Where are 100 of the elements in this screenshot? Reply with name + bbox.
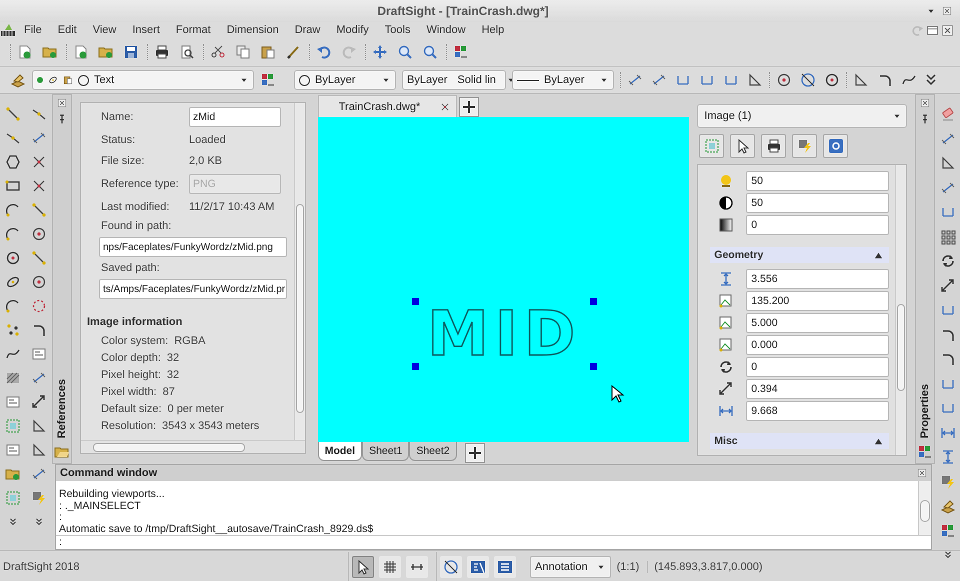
name-field[interactable]: zMid	[188, 107, 281, 127]
status-toggle[interactable]	[467, 556, 489, 578]
cross-icon[interactable]	[31, 154, 47, 170]
esnap-icon[interactable]	[800, 72, 816, 88]
circle-icon[interactable]	[824, 72, 840, 88]
angle-icon[interactable]	[940, 155, 956, 172]
dimension-icon[interactable]	[627, 72, 643, 88]
scissors-icon[interactable]	[210, 44, 226, 60]
note-icon[interactable]	[5, 442, 21, 458]
layer-manager-icon[interactable]	[940, 498, 956, 514]
menu-item[interactable]: Tools	[376, 24, 418, 36]
close-icon[interactable]	[56, 98, 67, 108]
status-toggle[interactable]	[440, 556, 462, 578]
layers-icon[interactable]	[940, 522, 956, 539]
circle-icon[interactable]	[5, 250, 21, 266]
menu-item[interactable]: Help	[474, 24, 512, 36]
layers-icon[interactable]	[917, 444, 934, 460]
scrollbar[interactable]	[918, 481, 931, 535]
grip-handle[interactable]	[590, 363, 597, 370]
angle-icon[interactable]	[747, 72, 763, 88]
new-file-icon[interactable]	[73, 44, 89, 60]
new-tab-button[interactable]	[459, 97, 480, 117]
section-header[interactable]: Misc	[710, 433, 890, 449]
brush-icon[interactable]	[285, 44, 301, 60]
cross-icon[interactable]	[440, 102, 450, 112]
arc-icon[interactable]	[5, 226, 21, 242]
angle-icon[interactable]	[31, 442, 47, 458]
scrollbar[interactable]	[294, 103, 305, 440]
sheet-tab[interactable]: Sheet1	[362, 442, 410, 461]
copy-icon[interactable]	[235, 44, 251, 60]
hatch-icon[interactable]	[5, 370, 21, 386]
close-icon[interactable]	[920, 98, 930, 108]
eraser-icon[interactable]	[940, 106, 956, 122]
layer-dropdown[interactable]: Text	[32, 70, 254, 90]
property-field[interactable]: 0.000	[746, 335, 890, 355]
ring-icon[interactable]	[31, 298, 47, 314]
tabs-icon[interactable]	[926, 24, 939, 36]
line-icon[interactable]	[31, 202, 47, 218]
zoom-icon[interactable]	[422, 44, 438, 60]
property-field[interactable]: 0	[746, 215, 890, 235]
layer-manager-icon[interactable]	[10, 72, 26, 88]
preview-icon[interactable]	[179, 44, 195, 60]
menu-item[interactable]: Draw	[286, 24, 328, 36]
angle-icon[interactable]	[31, 418, 47, 434]
lightning-icon[interactable]	[31, 490, 47, 506]
dimension-icon[interactable]	[940, 180, 956, 196]
arc-icon[interactable]	[5, 202, 21, 218]
menu-item[interactable]: Edit	[50, 24, 85, 36]
move-icon[interactable]	[372, 44, 388, 60]
selection-dropdown[interactable]: Image (1)	[697, 104, 908, 128]
dimension-icon[interactable]	[651, 72, 667, 88]
menu-item[interactable]: Window	[418, 24, 474, 36]
menu-item[interactable]: View	[84, 24, 124, 36]
paste-icon[interactable]	[260, 44, 276, 60]
horizontal-scrollbar[interactable]	[80, 440, 305, 453]
grip-handle[interactable]	[590, 298, 597, 305]
layers-icon[interactable]	[260, 72, 276, 88]
chevrons-icon[interactable]	[34, 517, 44, 527]
menu-item[interactable]: Modify	[328, 24, 377, 36]
menu-item[interactable]: Insert	[124, 24, 168, 36]
save-icon[interactable]	[123, 44, 139, 60]
target-icon[interactable]	[31, 226, 47, 242]
undo-icon[interactable]	[316, 44, 332, 60]
line-icon[interactable]	[5, 106, 21, 122]
menu-item[interactable]: Dimension	[218, 24, 287, 36]
hexagon-icon[interactable]	[5, 154, 21, 170]
arc-icon[interactable]	[5, 298, 21, 314]
cross-icon[interactable]	[31, 178, 47, 194]
scrollbar[interactable]	[895, 165, 906, 455]
panel-tab[interactable]: Properties	[919, 384, 932, 438]
dimension-icon[interactable]	[31, 466, 47, 482]
annotation-dropdown[interactable]: Annotation	[530, 556, 611, 578]
property-field[interactable]: 0.394	[746, 379, 890, 399]
toolbar-button[interactable]	[761, 134, 786, 158]
note-icon[interactable]	[31, 346, 47, 362]
panel-tab[interactable]: References	[56, 378, 68, 438]
command-input[interactable]: :	[56, 535, 931, 549]
sheet-tab[interactable]: Model	[318, 442, 362, 461]
property-field[interactable]: 3.556	[746, 269, 890, 289]
path-field[interactable]: ts/Amps/Faceplates/FunkyWordz/zMid.pr	[98, 279, 287, 299]
line-icon[interactable]	[31, 250, 47, 266]
chevrons-icon[interactable]	[942, 550, 952, 560]
path-field[interactable]: nps/Faceplates/FunkyWordz/zMid.png	[98, 237, 287, 257]
document-tab[interactable]: TrainCrash.dwg*	[318, 95, 458, 117]
status-toggle[interactable]	[352, 556, 374, 578]
lightning-icon[interactable]	[940, 474, 956, 490]
dimension-icon[interactable]	[31, 370, 47, 386]
angle-icon[interactable]	[853, 72, 869, 88]
grip-handle[interactable]	[412, 298, 419, 305]
dimension-icon[interactable]	[31, 130, 47, 146]
close-icon[interactable]	[941, 24, 954, 36]
chevrons-icon[interactable]	[8, 517, 18, 527]
property-field[interactable]: 0	[746, 357, 890, 377]
close-icon[interactable]	[942, 6, 952, 16]
section-header[interactable]: Geometry	[710, 247, 890, 263]
sheet-tab[interactable]: Sheet2	[409, 442, 457, 461]
property-field[interactable]: 5.000	[746, 313, 890, 333]
drawing-canvas[interactable]: MID	[318, 117, 690, 442]
color-dropdown[interactable]: ByLayer	[294, 70, 396, 90]
points-icon[interactable]	[5, 322, 21, 338]
